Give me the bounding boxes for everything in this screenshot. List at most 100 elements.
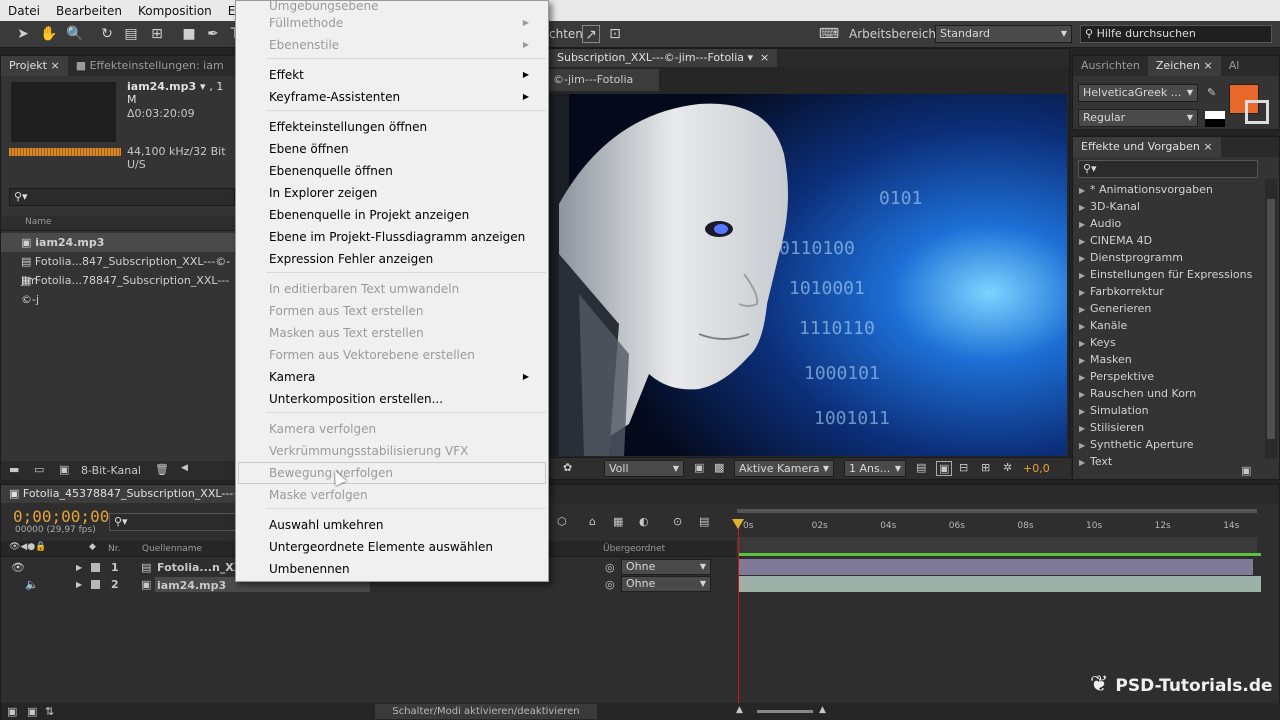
menu-bearbeiten[interactable]: Bearbeiten xyxy=(48,4,130,18)
effects-category[interactable]: ▶ Generieren xyxy=(1079,300,1151,317)
tab-effect-settings[interactable]: ■ Effekteinstellungen: iam xyxy=(68,56,232,76)
tab-align[interactable]: Ausrichten xyxy=(1073,56,1148,76)
grid-icon[interactable]: ⊡ xyxy=(606,25,624,43)
frame-blend-icon[interactable]: ▦ xyxy=(613,515,623,528)
zoom-slider[interactable] xyxy=(757,710,813,713)
work-area-bar[interactable] xyxy=(737,509,1257,513)
live-update-icon[interactable]: ▤ xyxy=(699,515,709,528)
snap-icon[interactable]: ↗ xyxy=(582,25,600,43)
toggle-switches-button[interactable]: Schalter/Modi aktivieren/deaktivieren xyxy=(375,704,597,719)
selection-tool-icon[interactable]: ➤ xyxy=(14,25,32,43)
new-comp-icon[interactable]: ▣ xyxy=(59,463,69,476)
context-menu-item[interactable]: Kamera ▶ xyxy=(269,368,539,386)
effects-category[interactable]: ▶ Simulation xyxy=(1079,402,1149,419)
tab-more[interactable]: Al xyxy=(1221,56,1248,76)
camera-tool-icon[interactable]: ▤ xyxy=(122,25,140,43)
new-folder-icon[interactable]: ▣ xyxy=(1241,464,1251,477)
context-menu-item[interactable]: Ebenenquelle in Projekt anzeigen xyxy=(269,206,539,224)
context-menu-item[interactable]: Unterkomposition erstellen... xyxy=(269,390,539,408)
context-menu-item[interactable]: Effekteinstellungen öffnen xyxy=(269,118,539,136)
white-swatch[interactable] xyxy=(1205,111,1225,119)
camera-select[interactable]: Aktive Kamera ▼ xyxy=(734,460,834,477)
tab-timeline[interactable]: ▣ Fotolia_45378847_Subscription_XXL---© xyxy=(1,485,253,503)
eyedropper-icon[interactable]: ✎ xyxy=(1207,86,1216,99)
effects-category[interactable]: ▶ Synthetic Aperture xyxy=(1079,436,1194,453)
list-item[interactable]: ▣ iam24.mp3 xyxy=(1,233,237,252)
workspace-select[interactable]: Standard ▼ xyxy=(935,25,1072,43)
context-menu-item[interactable]: Ebene im Projekt-Flussdiagramm anzeigen xyxy=(269,228,539,246)
effects-category[interactable]: ▶ Masken xyxy=(1079,351,1132,368)
hand-tool-icon[interactable]: ✋ xyxy=(40,25,58,43)
fast-preview-icon[interactable]: ▤ xyxy=(916,461,926,474)
scroll-left-icon[interactable]: ◀ xyxy=(181,463,188,473)
list-item[interactable]: ▦ Fotolia...78847_Subscription_XXL---©-j xyxy=(21,271,234,306)
pickwhip-icon[interactable]: ◎ xyxy=(605,559,615,576)
help-search-input[interactable]: ⚲ Hilfe durchsuchen xyxy=(1080,25,1272,43)
context-menu-item[interactable]: Keyframe-Assistenten ▶ xyxy=(269,88,539,106)
exposure-icon[interactable]: ✲ xyxy=(1003,461,1012,474)
timeline-search-input[interactable]: ⚲▾ xyxy=(109,513,237,531)
effects-category[interactable]: ▶ Audio xyxy=(1079,215,1121,232)
effects-category[interactable]: ▶ Rauschen und Korn xyxy=(1079,385,1196,402)
expand-icon[interactable]: ▶ xyxy=(76,576,82,593)
rectangle-tool-icon[interactable]: ■ xyxy=(180,25,198,43)
parent-select[interactable]: Ohne ▼ xyxy=(621,559,711,575)
timeline-icon[interactable]: ▣ xyxy=(936,461,953,476)
flowchart-icon[interactable]: ⊞ xyxy=(981,461,990,474)
comp-subtab[interactable]: ©-jim---Fotolia xyxy=(549,69,659,91)
effects-category[interactable]: ▶ Text xyxy=(1079,453,1112,470)
motion-blur-icon[interactable]: ◐ xyxy=(639,515,649,528)
exposure-value[interactable]: +0,0 xyxy=(1023,462,1050,475)
list-item[interactable]: ▤ Fotolia...847_Subscription_XXL---©-jim xyxy=(21,252,234,287)
effects-category[interactable]: ▶ Kanäle xyxy=(1079,317,1127,334)
rotate-tool-icon[interactable]: ↻ xyxy=(98,25,116,43)
color-icon[interactable]: ✿ xyxy=(563,461,572,474)
layer-bar[interactable] xyxy=(739,559,1253,575)
effects-category[interactable]: ▶ Stilisieren xyxy=(1079,419,1144,436)
resolution-select[interactable]: Voll ▼ xyxy=(604,460,684,477)
layer-switches-icon[interactable]: ▣ xyxy=(7,705,17,718)
views-select[interactable]: 1 Ans... ▼ xyxy=(844,460,906,477)
layer-bar[interactable] xyxy=(739,576,1261,592)
graph-editor-icon[interactable]: ⊙ xyxy=(673,515,682,528)
interpret-icon[interactable]: ▬ xyxy=(9,463,19,476)
folder-icon[interactable]: ▭ xyxy=(34,463,44,476)
scrollbar-thumb[interactable] xyxy=(1267,199,1275,439)
effects-scrollbar[interactable] xyxy=(1265,179,1277,459)
eye-icon[interactable]: 👁 xyxy=(11,559,25,576)
layer-name[interactable]: Fotolia...n_XX xyxy=(157,559,242,576)
effects-category[interactable]: ▶ Keys xyxy=(1079,334,1116,351)
playhead[interactable] xyxy=(738,525,739,705)
in-out-icon[interactable]: ⇅ xyxy=(45,705,54,718)
tab-effects[interactable]: Effekte und Vorgaben × xyxy=(1073,137,1221,157)
effects-category[interactable]: ▶ Dienstprogramm xyxy=(1079,249,1183,266)
context-menu-item[interactable]: Ebene öffnen xyxy=(269,140,539,158)
stroke-color-swatch[interactable] xyxy=(1245,100,1269,124)
draft-3d-icon[interactable]: ⬡ xyxy=(557,515,567,528)
label-color[interactable] xyxy=(91,580,100,589)
effects-category[interactable]: ▶ Einstellungen für Expressions xyxy=(1079,266,1252,283)
timecode[interactable]: 0;00;00;00 xyxy=(13,507,109,526)
transparency-grid-icon[interactable]: ▩ xyxy=(714,461,724,474)
trash-icon[interactable]: 🗑 xyxy=(155,463,169,476)
tab-projekt[interactable]: Projekt × xyxy=(1,56,68,76)
region-icon[interactable]: ▣ xyxy=(694,461,704,474)
expand-icon[interactable]: ▶ xyxy=(76,559,82,576)
black-swatch[interactable] xyxy=(1205,119,1225,127)
parent-select[interactable]: Ohne ▼ xyxy=(621,576,711,592)
shy-icon[interactable]: ⌂ xyxy=(589,515,596,528)
tab-composition[interactable]: Subscription_XXL---©-jim---Fotolia ▾ × xyxy=(549,49,778,67)
context-menu-item[interactable]: Umbenennen xyxy=(269,560,539,578)
menu-datei[interactable]: Datei xyxy=(0,4,48,18)
effects-category[interactable]: ▶ CINEMA 4D xyxy=(1079,232,1152,249)
pan-behind-tool-icon[interactable]: ⊞ xyxy=(148,25,166,43)
font-select[interactable]: HelveticaGreek ... ▼ xyxy=(1078,84,1198,102)
viewer-image[interactable]: 0110100 1010001 1110110 1000101 1001011 … xyxy=(549,94,1067,456)
zoom-out-icon[interactable]: ▲ xyxy=(736,705,743,715)
effects-category[interactable]: ▶ Perspektive xyxy=(1079,368,1154,385)
pen-tool-icon[interactable]: ✒ xyxy=(204,25,222,43)
transfer-controls-icon[interactable]: ▣ xyxy=(27,705,37,718)
menu-komposition[interactable]: Komposition xyxy=(130,4,220,18)
label-color[interactable] xyxy=(91,563,100,572)
effects-category[interactable]: ▶ Farbkorrektur xyxy=(1079,283,1164,300)
